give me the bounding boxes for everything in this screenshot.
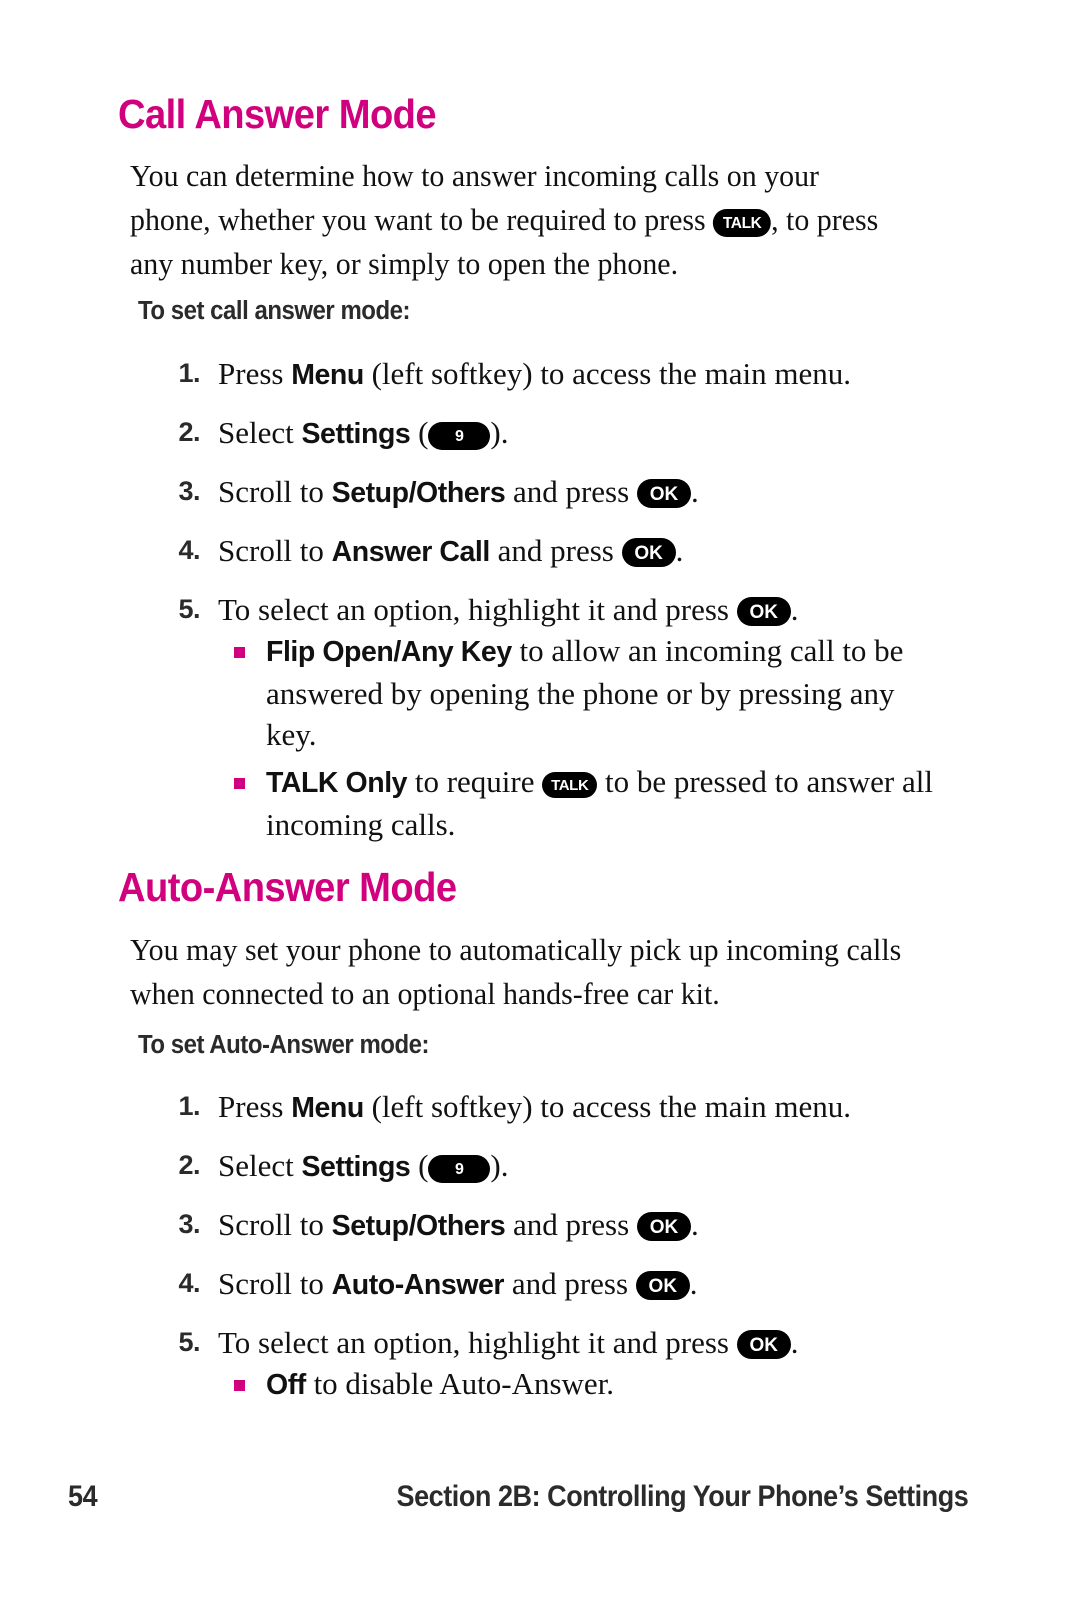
- step-number: 5.: [178, 1327, 200, 1357]
- step-number: 3.: [178, 1209, 200, 1239]
- bullet-item: Off to disable Auto-Answer.: [232, 1363, 952, 1406]
- step-item: 4. Scroll to Answer Call and press OK.: [156, 522, 966, 581]
- nine-key-icon: 9: [428, 422, 491, 450]
- step-bold-term: Answer Call: [331, 536, 491, 568]
- step-text-post: .: [675, 533, 684, 568]
- step-item: 3. Scroll to Setup/Others and press OK.: [156, 463, 966, 522]
- step-text-pre: Select: [218, 1148, 302, 1183]
- step-number: 4.: [178, 1268, 200, 1298]
- bullet-bold-term: Flip Open/Any Key: [266, 636, 512, 668]
- step-item: 1. Press Menu (left softkey) to access th…: [156, 345, 966, 404]
- subheading-to-set-auto-answer-mode: To set Auto-Answer mode:: [138, 1031, 430, 1059]
- step-text-pre: Scroll to: [218, 474, 332, 509]
- step-text-mid: and press: [505, 474, 637, 509]
- step-bold-term: Settings: [301, 418, 411, 450]
- bullet-bold-term: Off: [266, 1369, 306, 1401]
- step-item: 3. Scroll to Setup/Others and press OK.: [156, 1196, 966, 1255]
- bullet-text: to disable Auto-Answer.: [305, 1366, 615, 1401]
- step-number: 1.: [178, 358, 200, 388]
- bullet-item: TALK Only to require TALK to be pressed …: [232, 761, 952, 845]
- ok-key-icon: OK: [636, 1212, 691, 1241]
- step-text-post: .: [690, 1207, 699, 1242]
- step-text-mid: (: [410, 1148, 429, 1183]
- step-bold-term: Settings: [301, 1151, 411, 1183]
- step-text-mid: and press: [504, 1266, 636, 1301]
- ok-key-icon: OK: [635, 1271, 690, 1300]
- footer-section-title: Section 2B: Controlling Your Phone’s Set…: [396, 1480, 968, 1513]
- step-number: 3.: [178, 476, 200, 506]
- step-text-post: .: [690, 474, 699, 509]
- step-text-post: (left softkey) to access the main menu.: [363, 1089, 852, 1124]
- step-text-pre: Scroll to: [218, 533, 332, 568]
- step-text-pre: Press: [218, 1089, 292, 1124]
- talk-key-icon: TALK: [713, 209, 772, 237]
- step-bold-term: Setup/Others: [331, 477, 506, 509]
- ok-key-icon: OK: [736, 597, 791, 626]
- bullet-item: Flip Open/Any Key to allow an incoming c…: [232, 630, 952, 755]
- square-bullet-icon: [234, 778, 245, 789]
- step-number: 2.: [178, 1150, 200, 1180]
- step-bold-term: Auto-Answer: [331, 1269, 505, 1301]
- step-text-pre: Press: [218, 356, 292, 391]
- step-text-pre: Select: [218, 415, 302, 450]
- step-number: 4.: [178, 535, 200, 565]
- page-footer: 54 Section 2B: Controlling Your Phone’s …: [0, 1480, 1080, 1530]
- square-bullet-icon: [234, 1380, 245, 1391]
- intro-paragraph-auto-answer: You may set your phone to automatically …: [130, 928, 931, 1016]
- manual-page: Call Answer Mode You can determine how t…: [0, 0, 1080, 1620]
- bullet-text-a: to require: [407, 764, 543, 799]
- page-title-auto-answer-mode: Auto-Answer Mode: [118, 864, 457, 910]
- step-bold-term: Setup/Others: [331, 1210, 506, 1242]
- step-text-post: (left softkey) to access the main menu.: [363, 356, 852, 391]
- step-bold-term: Menu: [291, 359, 364, 391]
- page-number: 54: [68, 1480, 98, 1513]
- intro-paragraph-call-answer: You can determine how to answer incoming…: [130, 154, 902, 286]
- talk-key-icon: TALK: [542, 771, 598, 798]
- subheading-to-set-call-answer-mode: To set call answer mode:: [138, 297, 411, 325]
- bullets-list-auto-answer: Off to disable Auto-Answer.: [232, 1363, 952, 1406]
- step-item: 2. Select Settings (9).: [156, 1137, 966, 1196]
- ok-key-icon: OK: [621, 538, 676, 567]
- step-text-post: .: [790, 592, 799, 627]
- step-number: 2.: [178, 417, 200, 447]
- step-text-post: ).: [490, 415, 509, 450]
- step-text-pre: Scroll to: [218, 1207, 332, 1242]
- step-item: 4. Scroll to Auto-Answer and press OK.: [156, 1255, 966, 1314]
- intro-text-part-a: You may set your phone to automatically …: [130, 932, 902, 1011]
- step-text-mid: (: [410, 415, 429, 450]
- steps-list-auto-answer: 1. Press Menu (left softkey) to access th…: [156, 1078, 966, 1371]
- step-text-post: ).: [490, 1148, 509, 1183]
- bullet-bold-term: TALK Only: [266, 767, 408, 799]
- step-text-pre: To select an option, highlight it and pr…: [218, 1325, 737, 1360]
- nine-key-icon: 9: [428, 1155, 491, 1183]
- step-number: 1.: [178, 1091, 200, 1121]
- step-number: 5.: [178, 594, 200, 624]
- step-text-pre: Scroll to: [218, 1266, 332, 1301]
- step-text-mid: and press: [489, 533, 622, 568]
- ok-key-icon: OK: [736, 1330, 791, 1359]
- step-item: 2. Select Settings (9).: [156, 404, 966, 463]
- square-bullet-icon: [234, 647, 245, 658]
- steps-list-call-answer: 1. Press Menu (left softkey) to access th…: [156, 345, 966, 638]
- bullets-list-call-answer: Flip Open/Any Key to allow an incoming c…: [232, 630, 952, 845]
- step-text-mid: and press: [505, 1207, 637, 1242]
- step-text-post: .: [790, 1325, 799, 1360]
- step-item: 1. Press Menu (left softkey) to access th…: [156, 1078, 966, 1137]
- step-text-pre: To select an option, highlight it and pr…: [218, 592, 737, 627]
- page-title-call-answer-mode: Call Answer Mode: [118, 91, 437, 137]
- step-text-post: .: [689, 1266, 698, 1301]
- ok-key-icon: OK: [636, 479, 691, 508]
- step-bold-term: Menu: [291, 1092, 364, 1124]
